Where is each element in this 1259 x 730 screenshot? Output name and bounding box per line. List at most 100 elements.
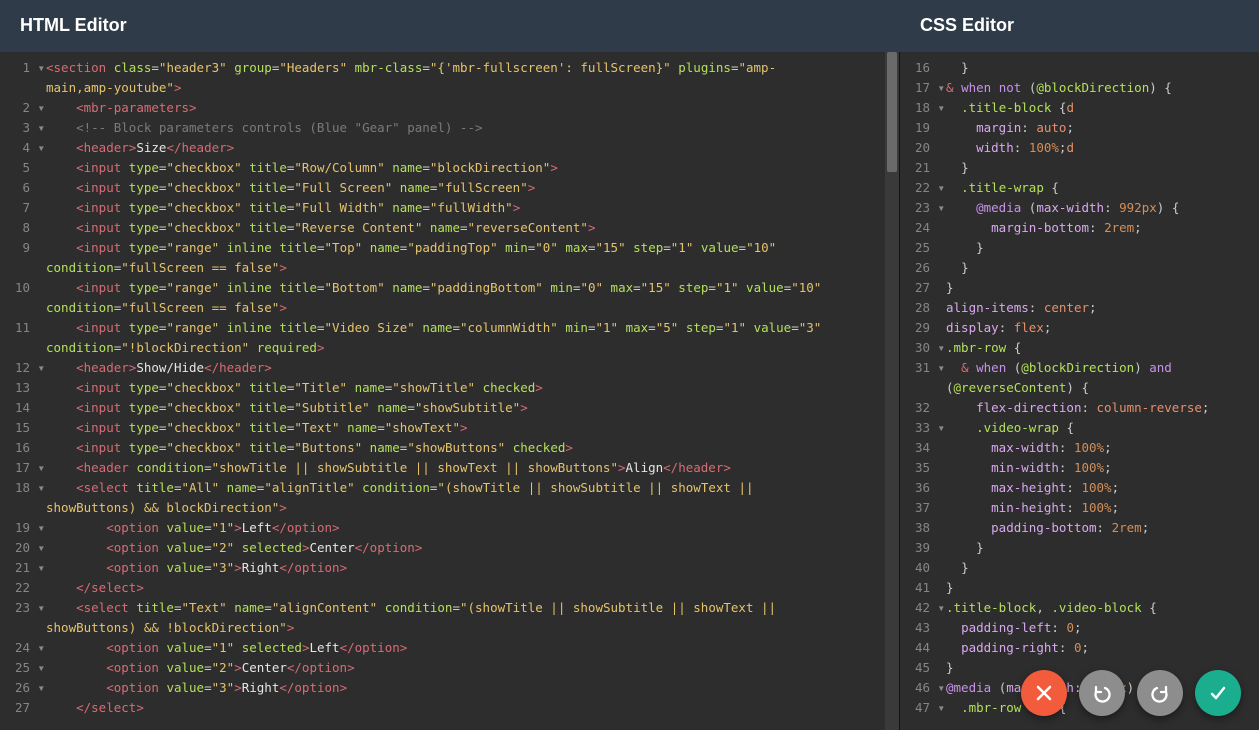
- css-code-line[interactable]: max-width: 100%;: [946, 438, 1245, 458]
- html-code-line[interactable]: <input type="checkbox" title="Buttons" n…: [46, 438, 885, 458]
- css-code-line[interactable]: align-items: center;: [946, 298, 1245, 318]
- html-code-line[interactable]: condition="!blockDirection" required>: [46, 338, 885, 358]
- fold-icon[interactable]: ▾: [35, 98, 45, 118]
- css-code-line[interactable]: min-width: 100%;: [946, 458, 1245, 478]
- html-code-line[interactable]: <input type="checkbox" title="Subtitle" …: [46, 398, 885, 418]
- css-code-line[interactable]: .title-wrap {: [946, 178, 1245, 198]
- html-code-line[interactable]: showButtons) && blockDirection">: [46, 498, 885, 518]
- fold-icon[interactable]: ▾: [35, 538, 45, 558]
- css-code-line[interactable]: display: flex;: [946, 318, 1245, 338]
- fold-icon[interactable]: ▾: [35, 138, 45, 158]
- fold-icon[interactable]: ▾: [35, 58, 45, 78]
- html-code-line[interactable]: <option value="2">Center</option>: [46, 658, 885, 678]
- html-code-line[interactable]: <input type="checkbox" title="Reverse Co…: [46, 218, 885, 238]
- fold-icon[interactable]: ▾: [35, 558, 45, 578]
- css-code-line[interactable]: margin: auto;: [946, 118, 1245, 138]
- html-code-line[interactable]: <input type="checkbox" title="Row/Column…: [46, 158, 885, 178]
- css-code-line[interactable]: }: [946, 578, 1245, 598]
- html-editor-pane[interactable]: 1▾2▾3▾4▾56789101112▾1314151617▾18▾19▾20▾…: [0, 52, 900, 730]
- html-code-line[interactable]: </select>: [46, 698, 885, 718]
- css-code-line[interactable]: padding-right: 0;: [946, 638, 1245, 658]
- html-code-line[interactable]: main,amp-youtube">: [46, 78, 885, 98]
- fold-icon[interactable]: ▾: [935, 358, 945, 378]
- css-code-line[interactable]: flex-direction: column-reverse;: [946, 398, 1245, 418]
- html-code-line[interactable]: <input type="checkbox" title="Full Scree…: [46, 178, 885, 198]
- css-code-line[interactable]: & when not (@blockDirection) {: [946, 78, 1245, 98]
- html-code-line[interactable]: <input type="checkbox" title="Text" name…: [46, 418, 885, 438]
- css-code-line[interactable]: min-height: 100%;: [946, 498, 1245, 518]
- fold-icon[interactable]: ▾: [35, 638, 45, 658]
- css-code-line[interactable]: width: 100%;d: [946, 138, 1245, 158]
- fold-icon[interactable]: ▾: [35, 358, 45, 378]
- html-code-line[interactable]: <option value="1" selected>Left</option>: [46, 638, 885, 658]
- html-code-line[interactable]: <input type="checkbox" title="Title" nam…: [46, 378, 885, 398]
- html-code-line[interactable]: <option value="1">Left</option>: [46, 518, 885, 538]
- html-code-line[interactable]: <header>Size</header>: [46, 138, 885, 158]
- css-code-line[interactable]: .video-wrap {: [946, 418, 1245, 438]
- html-code-area[interactable]: <section class="header3" group="Headers"…: [46, 52, 885, 730]
- fold-icon[interactable]: ▾: [935, 198, 945, 218]
- fold-icon[interactable]: ▾: [935, 338, 945, 358]
- css-code-line[interactable]: }: [946, 238, 1245, 258]
- css-code-line[interactable]: (@reverseContent) {: [946, 378, 1245, 398]
- css-code-line[interactable]: .mbr-row {: [946, 338, 1245, 358]
- fold-icon[interactable]: ▾: [935, 418, 945, 438]
- fold-icon[interactable]: ▾: [35, 118, 45, 138]
- html-code-line[interactable]: <option value="3">Right</option>: [46, 558, 885, 578]
- html-code-line[interactable]: <option value="2" selected>Center</optio…: [46, 538, 885, 558]
- fold-icon[interactable]: ▾: [935, 78, 945, 98]
- fold-icon[interactable]: ▾: [35, 598, 45, 618]
- html-code-line[interactable]: <input type="range" inline title="Top" n…: [46, 238, 885, 258]
- css-code-line[interactable]: }: [946, 258, 1245, 278]
- html-code-line[interactable]: <select title="Text" name="alignContent"…: [46, 598, 885, 618]
- fold-icon[interactable]: ▾: [35, 518, 45, 538]
- html-code-line[interactable]: </select>: [46, 578, 885, 598]
- html-code-line[interactable]: showButtons) && !blockDirection">: [46, 618, 885, 638]
- html-code-line[interactable]: <option value="3">Right</option>: [46, 678, 885, 698]
- html-code-line[interactable]: condition="fullScreen == false">: [46, 298, 885, 318]
- undo-button[interactable]: [1079, 670, 1125, 716]
- css-code-line[interactable]: @media (max-width: 992px) {: [946, 198, 1245, 218]
- fold-icon[interactable]: ▾: [935, 678, 945, 698]
- css-code-line[interactable]: & when (@blockDirection) and: [946, 358, 1245, 378]
- fold-icon[interactable]: ▾: [935, 178, 945, 198]
- html-code-line[interactable]: <input type="range" inline title="Bottom…: [46, 278, 885, 298]
- html-code-line[interactable]: <select title="All" name="alignTitle" co…: [46, 478, 885, 498]
- html-code-line[interactable]: <header>Show/Hide</header>: [46, 358, 885, 378]
- html-code-line[interactable]: <!-- Block parameters controls (Blue "Ge…: [46, 118, 885, 138]
- redo-icon: [1149, 682, 1171, 704]
- cancel-button[interactable]: [1021, 670, 1067, 716]
- css-code-line[interactable]: }: [946, 558, 1245, 578]
- html-scroll-thumb[interactable]: [887, 52, 897, 172]
- css-code-line[interactable]: max-height: 100%;: [946, 478, 1245, 498]
- css-line-number: 28: [900, 298, 934, 318]
- fold-icon[interactable]: ▾: [35, 678, 45, 698]
- redo-button[interactable]: [1137, 670, 1183, 716]
- html-code-line[interactable]: <input type="checkbox" title="Full Width…: [46, 198, 885, 218]
- fold-icon[interactable]: ▾: [935, 698, 945, 718]
- css-code-line[interactable]: padding-left: 0;: [946, 618, 1245, 638]
- html-code-line[interactable]: <mbr-parameters>: [46, 98, 885, 118]
- confirm-button[interactable]: [1195, 670, 1241, 716]
- html-code-line[interactable]: <input type="range" inline title="Video …: [46, 318, 885, 338]
- fold-icon[interactable]: ▾: [35, 478, 45, 498]
- css-code-line[interactable]: }: [946, 58, 1245, 78]
- fold-icon[interactable]: ▾: [35, 458, 45, 478]
- fold-icon[interactable]: ▾: [935, 598, 945, 618]
- css-code-line[interactable]: }: [946, 538, 1245, 558]
- css-editor-pane[interactable]: 1617▾18▾19202122▾23▾24252627282930▾31▾32…: [900, 52, 1259, 730]
- html-line-number: 2▾: [0, 98, 34, 118]
- html-code-line[interactable]: condition="fullScreen == false">: [46, 258, 885, 278]
- fold-icon[interactable]: ▾: [35, 658, 45, 678]
- fold-icon[interactable]: ▾: [935, 98, 945, 118]
- css-code-line[interactable]: padding-bottom: 2rem;: [946, 518, 1245, 538]
- css-code-line[interactable]: }: [946, 158, 1245, 178]
- css-code-line[interactable]: margin-bottom: 2rem;: [946, 218, 1245, 238]
- html-code-line[interactable]: <section class="header3" group="Headers"…: [46, 58, 885, 78]
- css-code-line[interactable]: .title-block, .video-block {: [946, 598, 1245, 618]
- css-code-area[interactable]: }& when not (@blockDirection) { .title-b…: [946, 52, 1245, 730]
- css-code-line[interactable]: .title-block {d: [946, 98, 1245, 118]
- css-code-line[interactable]: }: [946, 278, 1245, 298]
- html-scrollbar[interactable]: [885, 52, 899, 730]
- html-code-line[interactable]: <header condition="showTitle || showSubt…: [46, 458, 885, 478]
